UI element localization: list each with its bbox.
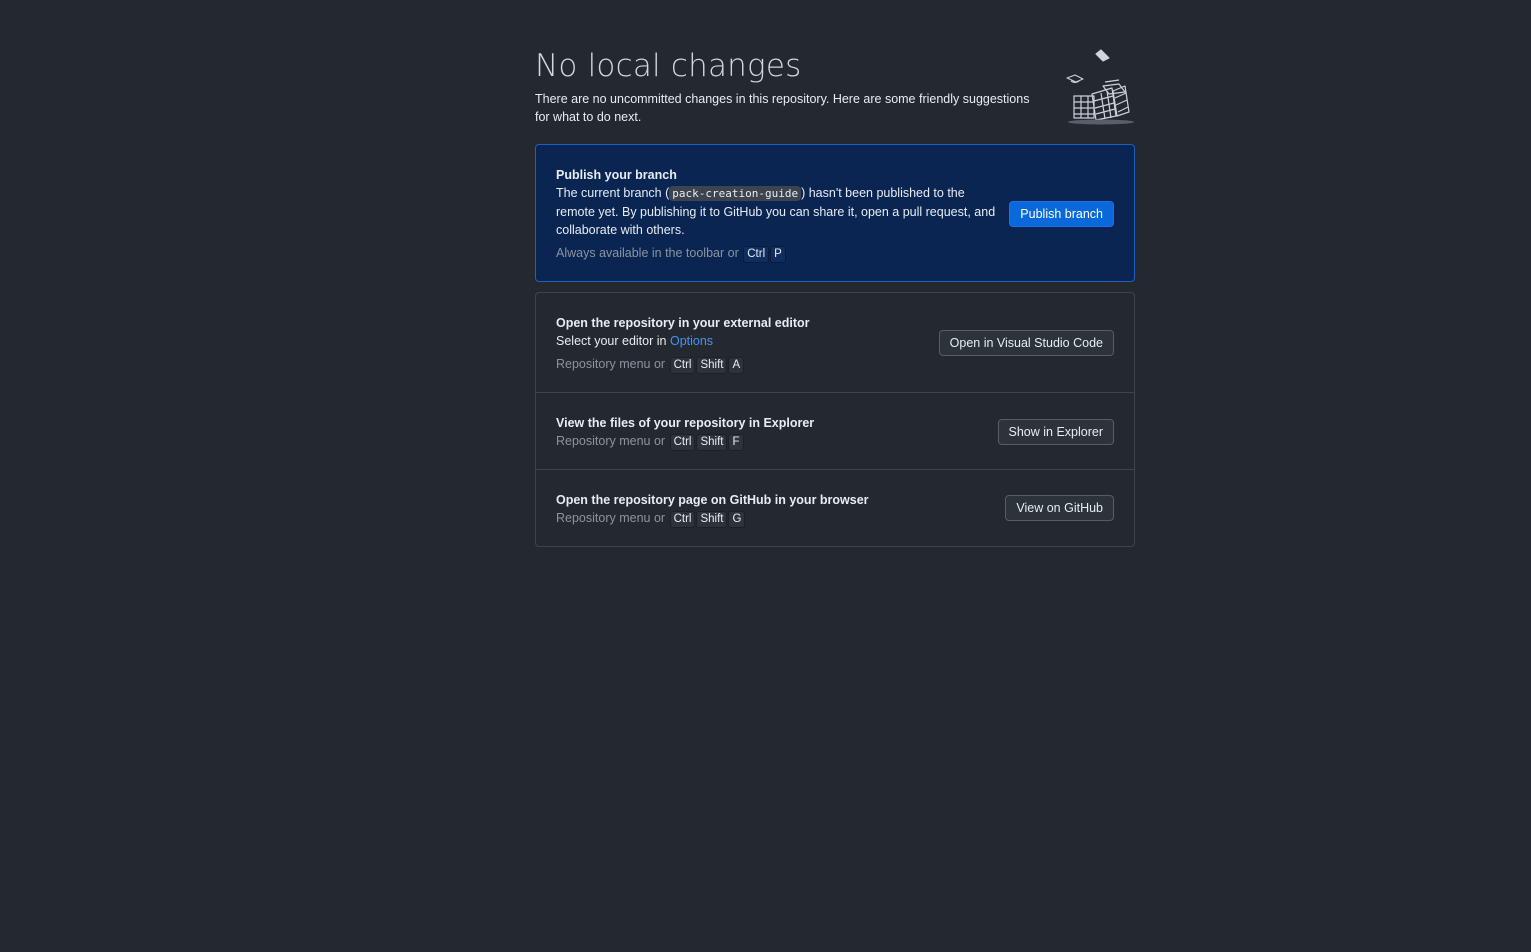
kbd-shift: Shift [696,357,728,374]
kbd-ctrl: Ctrl [669,511,696,528]
kbd-ctrl: Ctrl [669,434,696,451]
open-in-vscode-button[interactable]: Open in Visual Studio Code [938,330,1114,356]
header: No local changes There are no uncommitte… [535,40,1135,144]
view-github-hint: Repository menu or Ctrl Shift G [556,509,869,528]
view-github-hint-text: Repository menu or [556,511,666,525]
options-link[interactable]: Options [670,334,713,348]
suggestions-list: Open the repository in your external edi… [535,292,1135,547]
publish-desc-before: The current branch ( [556,186,670,200]
publish-branch-card: Publish your branch The current branch (… [535,144,1135,282]
open-editor-suggestion: Open the repository in your external edi… [536,293,1134,393]
open-editor-description: Select your editor in Options [556,332,810,350]
kbd-ctrl: Ctrl [743,246,770,263]
show-explorer-hint: Repository menu or Ctrl Shift F [556,432,814,451]
publish-branch-button[interactable]: Publish branch [1009,201,1114,227]
show-explorer-suggestion: View the files of your repository in Exp… [536,393,1134,470]
open-editor-desc-text: Select your editor in [556,334,667,348]
open-editor-hint: Repository menu or Ctrl Shift A [556,355,810,374]
kbd-shift: Shift [696,511,728,528]
branch-name: pack-creation-guide [669,186,802,201]
no-changes-view: No local changes There are no uncommitte… [535,40,1135,547]
publish-branch-text: Publish your branch The current branch (… [556,166,996,263]
empty-repo-illustration-icon [1066,49,1134,125]
publish-branch-description: The current branch (pack-creation-guide)… [556,184,996,239]
open-editor-hint-text: Repository menu or [556,357,666,371]
kbd-shift: Shift [696,434,728,451]
show-in-explorer-button[interactable]: Show in Explorer [997,419,1114,445]
show-explorer-text: View the files of your repository in Exp… [556,414,814,451]
show-explorer-hint-text: Repository menu or [556,434,666,448]
view-github-title: Open the repository page on GitHub in yo… [556,493,869,507]
open-editor-title: Open the repository in your external edi… [556,316,810,330]
kbd-a: A [728,357,745,374]
open-editor-text: Open the repository in your external edi… [556,314,810,374]
view-on-github-button[interactable]: View on GitHub [1005,495,1114,521]
view-github-suggestion: Open the repository page on GitHub in yo… [536,470,1134,546]
publish-hint-text: Always available in the toolbar or [556,246,739,260]
view-github-text: Open the repository page on GitHub in yo… [556,491,869,528]
kbd-p: P [770,246,786,263]
page-subtitle: There are no uncommitted changes in this… [535,92,1030,124]
publish-branch-title: Publish your branch [556,168,677,182]
kbd-ctrl: Ctrl [669,357,696,374]
kbd-g: G [728,511,746,528]
publish-branch-hint: Always available in the toolbar or Ctrl P [556,244,996,263]
show-explorer-title: View the files of your repository in Exp… [556,416,815,430]
page-title: No local changes [535,48,802,84]
kbd-f: F [728,434,744,451]
